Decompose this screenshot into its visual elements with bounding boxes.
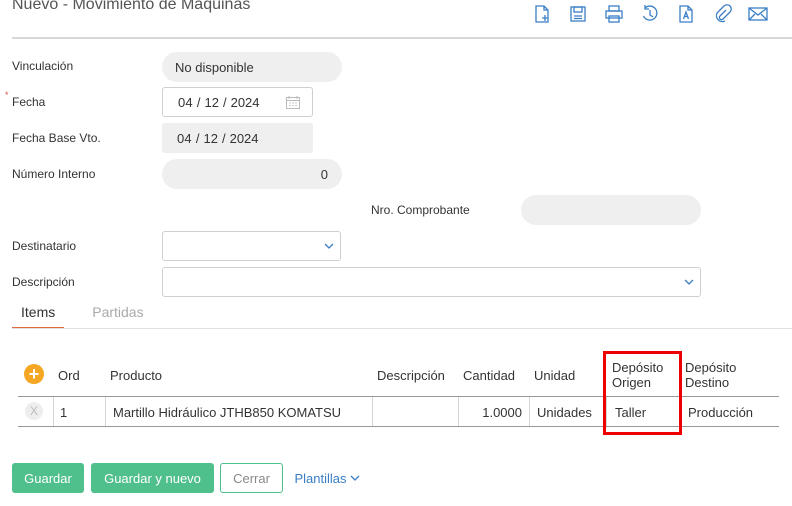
vinculacion-label: Vinculación bbox=[12, 59, 74, 73]
cell-unidad[interactable]: Unidades bbox=[537, 405, 592, 420]
fecha-date-input[interactable]: 04 / 12 / 2024 bbox=[162, 87, 313, 117]
column-header-unidad: Unidad bbox=[534, 368, 576, 383]
header-line: Destino bbox=[685, 375, 730, 390]
fecha-label: Fecha bbox=[12, 95, 46, 109]
numero-interno-field[interactable]: 0 bbox=[162, 159, 342, 189]
add-row-button[interactable]: + bbox=[24, 364, 44, 384]
column-header-descripcion: Descripción bbox=[377, 368, 445, 383]
cell-ord[interactable]: 1 bbox=[60, 405, 67, 420]
history-icon[interactable] bbox=[638, 3, 661, 25]
cell-cantidad[interactable]: 1.0000 bbox=[458, 405, 522, 420]
chevron-down-icon bbox=[350, 475, 359, 481]
column-divider bbox=[105, 397, 106, 426]
fecha-base-year: 2024 bbox=[229, 130, 259, 146]
nro-comprobante-field[interactable] bbox=[521, 195, 701, 225]
column-header-producto: Producto bbox=[110, 368, 163, 383]
numero-interno-value: 0 bbox=[320, 166, 328, 182]
highlight-box bbox=[603, 351, 682, 435]
column-divider bbox=[372, 397, 373, 426]
tabs-divider bbox=[12, 328, 792, 329]
tab-partidas[interactable]: Partidas bbox=[64, 300, 152, 329]
fecha-base-month: 12 bbox=[203, 130, 218, 146]
print-icon[interactable] bbox=[602, 3, 625, 25]
email-icon[interactable] bbox=[746, 3, 769, 25]
fecha-base-label: Fecha Base Vto. bbox=[12, 131, 101, 145]
guardar-button[interactable]: Guardar bbox=[12, 463, 84, 493]
cell-deposito-destino[interactable]: Producción bbox=[688, 405, 753, 420]
column-header-ord: Ord bbox=[58, 368, 80, 383]
destinatario-select[interactable] bbox=[162, 231, 341, 261]
column-divider bbox=[53, 397, 54, 426]
date-separator: / bbox=[195, 130, 200, 146]
date-separator: / bbox=[221, 130, 226, 146]
chevron-down-icon[interactable] bbox=[324, 241, 334, 251]
new-document-icon[interactable] bbox=[530, 3, 553, 25]
required-marker: * bbox=[5, 90, 9, 100]
destinatario-label: Destinatario bbox=[12, 239, 77, 253]
chevron-down-icon[interactable] bbox=[684, 277, 694, 287]
text-document-icon[interactable] bbox=[674, 3, 697, 25]
numero-interno-label: Número Interno bbox=[12, 167, 96, 181]
column-header-cantidad: Cantidad bbox=[463, 368, 516, 383]
tab-bar: Items Partidas bbox=[12, 300, 153, 329]
save-icon[interactable] bbox=[566, 3, 589, 25]
attachment-icon[interactable] bbox=[710, 3, 733, 25]
cell-producto[interactable]: Martillo Hidráulico JTHB850 KOMATSU bbox=[113, 405, 341, 420]
calendar-icon[interactable] bbox=[286, 96, 300, 109]
plantillas-dropdown[interactable]: Plantillas bbox=[289, 463, 365, 493]
header-divider bbox=[12, 37, 792, 39]
page-title: Nuevo - Movimiento de Máquinas bbox=[12, 0, 251, 13]
fecha-month[interactable]: 12 bbox=[205, 95, 219, 110]
header-line: Depósito bbox=[685, 360, 737, 375]
column-divider bbox=[529, 397, 530, 426]
tab-items[interactable]: Items bbox=[12, 300, 65, 329]
fecha-year[interactable]: 2024 bbox=[231, 95, 260, 110]
descripcion-select[interactable] bbox=[162, 267, 701, 297]
date-separator: / bbox=[222, 94, 227, 110]
descripcion-label: Descripción bbox=[12, 275, 75, 289]
guardar-y-nuevo-button[interactable]: Guardar y nuevo bbox=[91, 463, 214, 493]
column-header-deposito-destino: Depósito Destino bbox=[685, 360, 736, 390]
date-separator: / bbox=[196, 94, 201, 110]
cerrar-button[interactable]: Cerrar bbox=[220, 463, 283, 493]
plantillas-label: Plantillas bbox=[294, 470, 347, 486]
vinculacion-value: No disponible bbox=[175, 59, 254, 75]
fecha-base-date-field: 04 / 12 / 2024 bbox=[162, 123, 313, 153]
fecha-base-day: 04 bbox=[177, 130, 192, 146]
fecha-day[interactable]: 04 bbox=[178, 95, 193, 110]
nro-comprobante-label: Nro. Comprobante bbox=[371, 203, 470, 217]
vinculacion-field[interactable]: No disponible bbox=[162, 52, 342, 82]
toolbar bbox=[530, 3, 769, 25]
delete-row-button[interactable]: X bbox=[25, 402, 43, 420]
